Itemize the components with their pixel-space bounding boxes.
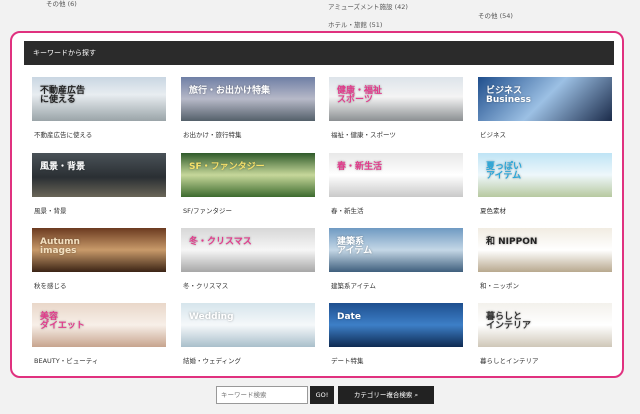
thumbnail-title: ビジネス Business <box>486 86 531 106</box>
panel-heading: キーワードから探す <box>24 41 614 65</box>
keyword-caption[interactable]: お出かけ・旅行特集 <box>183 129 242 139</box>
top-link-other-right[interactable]: その他 (54) <box>478 10 513 20</box>
keyword-caption[interactable]: 風景・背景 <box>34 205 67 215</box>
keyword-card[interactable]: ビジネス Business ビジネス <box>478 77 612 143</box>
keyword-card[interactable]: Wedding 結婚・ウェディング <box>181 303 315 369</box>
thumbnail-title: 和 NIPPON <box>486 237 538 247</box>
keyword-card[interactable]: 夏っぽい アイテム夏色素材 <box>478 153 612 219</box>
keyword-card[interactable]: 風景・背景 風景・背景 <box>32 153 166 219</box>
keyword-thumbnail[interactable]: Wedding <box>181 303 315 347</box>
keyword-caption[interactable]: 春・新生活 <box>331 205 364 215</box>
keyword-caption[interactable]: 和・ニッポン <box>480 280 519 290</box>
keyword-caption[interactable]: デート特集 <box>331 355 364 365</box>
thumbnail-title: 旅行・お出かけ特集 <box>189 86 271 96</box>
keyword-card[interactable]: 健康・福祉 スポーツ福祉・健康・スポーツ <box>329 77 463 143</box>
thumbnail-title: SF・ファンタジー <box>189 162 265 172</box>
thumbnail-title: Wedding <box>189 312 234 322</box>
keyword-thumbnail[interactable]: 風景・背景 <box>32 153 166 197</box>
search-icon: ⌕ <box>414 391 419 399</box>
thumbnail-title: 不動産広告 に使える <box>40 86 86 106</box>
keyword-thumbnail[interactable]: 冬・クリスマス <box>181 228 315 272</box>
keyword-card[interactable]: 春・新生活 春・新生活 <box>329 153 463 219</box>
keyword-thumbnail[interactable]: 和 NIPPON <box>478 228 612 272</box>
thumbnail-title: 健康・福祉 スポーツ <box>337 86 383 106</box>
keyword-caption[interactable]: 福祉・健康・スポーツ <box>331 129 396 139</box>
keyword-thumbnail[interactable]: 春・新生活 <box>329 153 463 197</box>
keyword-caption[interactable]: 暮らしとインテリア <box>480 355 539 365</box>
keyword-thumbnail[interactable]: 夏っぽい アイテム <box>478 153 612 197</box>
thumbnail-title: 建築系 アイテム <box>337 237 373 257</box>
keyword-card[interactable]: 旅行・お出かけ特集お出かけ・旅行特集 <box>181 77 315 143</box>
keyword-thumbnail[interactable]: 美容 ダイエット <box>32 303 166 347</box>
keyword-caption[interactable]: 建築系アイテム <box>331 280 376 290</box>
keyword-caption[interactable]: BEAUTY・ビューティ <box>34 355 98 365</box>
keyword-card[interactable]: 冬・クリスマス 冬・クリスマス <box>181 228 315 294</box>
thumbnail-title: 風景・背景 <box>40 162 86 172</box>
keyword-card[interactable]: Date デート特集 <box>329 303 463 369</box>
keyword-caption[interactable]: 夏色素材 <box>480 205 506 215</box>
top-link-hotel[interactable]: ホテル・旅館 (51) <box>328 19 382 29</box>
keyword-thumbnail[interactable]: 旅行・お出かけ特集 <box>181 77 315 121</box>
thumbnail-title: 春・新生活 <box>337 162 383 172</box>
thumbnail-title: 暮らしと インテリア <box>486 312 532 332</box>
category-search-label: カテゴリー複合検索 <box>353 391 413 399</box>
keyword-caption[interactable]: SF/ファンタジー <box>183 205 232 215</box>
keyword-search-input[interactable] <box>216 386 308 404</box>
keyword-panel: キーワードから探す 不動産広告 に使える 不動産広告に使える 旅行・お出かけ特集 お出… <box>10 31 624 378</box>
keyword-thumbnail[interactable]: SF・ファンタジー <box>181 153 315 197</box>
thumbnail-title: Date <box>337 312 361 322</box>
thumbnail-title: 美容 ダイエット <box>40 312 85 332</box>
keyword-caption[interactable]: 不動産広告に使える <box>34 129 92 139</box>
keyword-caption[interactable]: 秋を感じる <box>34 280 67 290</box>
keyword-thumbnail[interactable]: Date <box>329 303 463 347</box>
thumbnail-title: 夏っぽい アイテム <box>486 162 523 182</box>
keyword-thumbnail[interactable]: 暮らしと インテリア <box>478 303 612 347</box>
keyword-caption[interactable]: 結婚・ウェディング <box>183 355 241 365</box>
keyword-card[interactable]: Autumn images 秋を感じる <box>32 228 166 294</box>
keyword-card[interactable]: 建築系 アイテム建築系アイテム <box>329 228 463 294</box>
keyword-thumbnail[interactable]: Autumn images <box>32 228 166 272</box>
keyword-caption[interactable]: ビジネス <box>480 129 506 139</box>
top-link-amusement[interactable]: アミューズメント施設 (42) <box>328 1 408 11</box>
keyword-thumbnail[interactable]: ビジネス Business <box>478 77 612 121</box>
top-link-other-left[interactable]: その他 (6) <box>46 0 77 8</box>
category-search-button[interactable]: カテゴリー複合検索 ⌕ <box>338 386 434 404</box>
keyword-thumbnail[interactable]: 建築系 アイテム <box>329 228 463 272</box>
thumbnail-title: 冬・クリスマス <box>189 237 252 247</box>
keyword-thumbnail[interactable]: 不動産広告 に使える <box>32 77 166 121</box>
keyword-card[interactable]: 美容 ダイエット BEAUTY・ビューティ <box>32 303 166 369</box>
keyword-card[interactable]: 暮らしと インテリア暮らしとインテリア <box>478 303 612 369</box>
keyword-caption[interactable]: 冬・クリスマス <box>183 280 228 290</box>
thumbnail-title: Autumn images <box>40 237 80 257</box>
keyword-card[interactable]: 和 NIPPON 和・ニッポン <box>478 228 612 294</box>
keyword-card[interactable]: SF・ファンタジー SF/ファンタジー <box>181 153 315 219</box>
keyword-thumbnail[interactable]: 健康・福祉 スポーツ <box>329 77 463 121</box>
go-button[interactable]: GO! <box>310 386 334 404</box>
keyword-card[interactable]: 不動産広告 に使える不動産広告に使える <box>32 77 166 143</box>
